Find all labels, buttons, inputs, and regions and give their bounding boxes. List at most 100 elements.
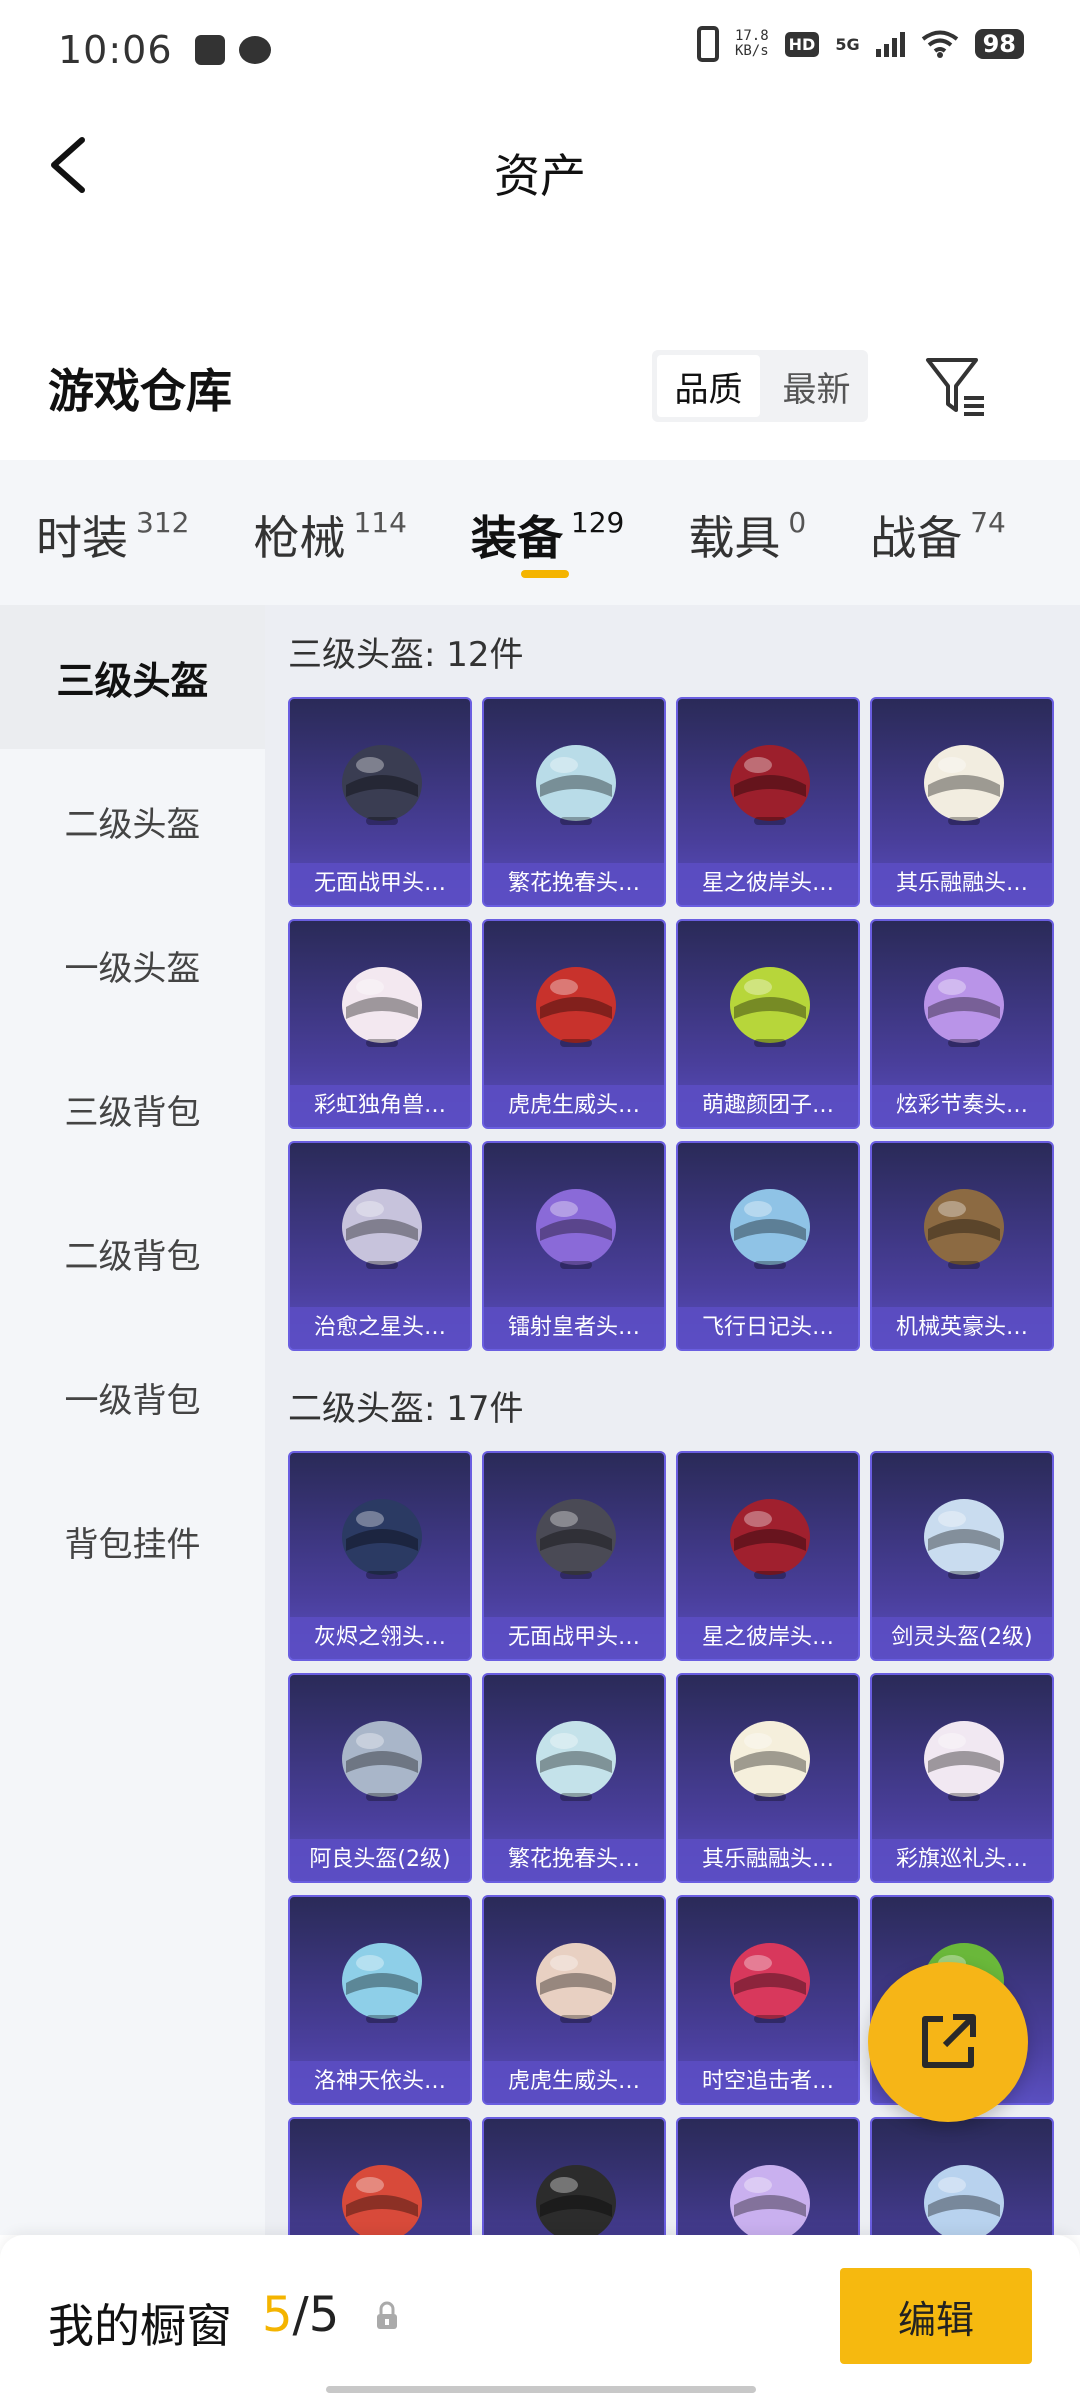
tab-fashion[interactable]: 时装 312	[36, 460, 189, 568]
share-external-icon	[922, 2014, 976, 2068]
item-card[interactable]: 彩虹独角兽…	[288, 919, 472, 1129]
wifi-icon	[921, 30, 958, 58]
item-card[interactable]	[870, 2117, 1054, 2235]
item-card[interactable]: 剑灵头盔(2级)	[870, 1451, 1054, 1661]
helmet-icon	[536, 1499, 616, 1579]
item-card[interactable]: 治愈之星头…	[288, 1141, 472, 1351]
item-name: 无面战甲头…	[290, 863, 470, 905]
lock-icon	[377, 2301, 397, 2329]
hd-badge: HD	[784, 31, 820, 57]
tab-count: 74	[970, 506, 1006, 539]
showcase-count: 5/5	[262, 2287, 339, 2343]
filter-icon[interactable]	[922, 354, 988, 420]
helmet-icon	[342, 967, 422, 1047]
helmet-icon	[342, 1189, 422, 1269]
item-card[interactable]: 时空追击者…	[676, 1895, 860, 2105]
sidebar-item-backpack-charm[interactable]: 背包挂件	[0, 1469, 265, 1613]
helmet-icon	[730, 1189, 810, 1269]
tab-equipment[interactable]: 装备 129	[471, 460, 625, 578]
helmet-icon	[924, 2165, 1004, 2235]
item-name: 彩旗巡礼头…	[872, 1839, 1052, 1881]
item-name: 治愈之星头…	[290, 1307, 470, 1349]
showcase-label: 我的橱窗	[48, 2299, 232, 2353]
tab-count: 129	[570, 506, 625, 539]
item-card[interactable]: 无面战甲头…	[288, 697, 472, 907]
item-card[interactable]: 彩旗巡礼头…	[870, 1673, 1054, 1883]
item-name: 剑灵头盔(2级)	[872, 1617, 1052, 1659]
showcase-bar: 我的橱窗 5/5 编辑	[0, 2235, 1080, 2400]
tab-supplies[interactable]: 战备 74	[870, 460, 1006, 568]
helmet-icon	[730, 1943, 810, 2023]
item-name: 虎虎生威头…	[484, 2061, 664, 2103]
tab-vehicles[interactable]: 载具 0	[688, 460, 806, 568]
item-name: 星之彼岸头…	[678, 1617, 858, 1659]
tab-label: 时装	[36, 511, 128, 565]
helmet-icon	[730, 1721, 810, 1801]
sidebar-item-level3-backpack[interactable]: 三级背包	[0, 1037, 265, 1181]
item-card[interactable]: 机械英豪头…	[870, 1141, 1054, 1351]
item-name: 炫彩节奏头…	[872, 1085, 1052, 1127]
item-card[interactable]: 星之彼岸头…	[676, 1451, 860, 1661]
sidebar-item-level3-helmet[interactable]: 三级头盔	[0, 605, 265, 749]
item-card[interactable]: 萌趣颜团子…	[676, 919, 860, 1129]
item-card[interactable]: 无面战甲头…	[482, 1451, 666, 1661]
status-time: 10:06	[58, 28, 173, 72]
item-card[interactable]: 虎虎生威头…	[482, 1895, 666, 2105]
item-name: 飞行日记头…	[678, 1307, 858, 1349]
item-card[interactable]: 繁花挽春头…	[482, 1673, 666, 1883]
network-speed: 17.8 KB/s	[735, 29, 769, 59]
item-card[interactable]	[288, 2117, 472, 2235]
tab-firearms[interactable]: 枪械 114	[253, 460, 406, 568]
item-name: 萌趣颜团子…	[678, 1085, 858, 1127]
helmet-icon	[730, 1499, 810, 1579]
tab-count: 114	[353, 506, 407, 539]
signal-icon	[875, 31, 905, 57]
helmet-icon	[924, 1721, 1004, 1801]
item-name: 虎虎生威头…	[484, 1085, 664, 1127]
sidebar-item-level2-backpack[interactable]: 二级背包	[0, 1181, 265, 1325]
item-name: 繁花挽春头…	[484, 863, 664, 905]
showcase-total: 5	[308, 2287, 340, 2343]
item-name: 无面战甲头…	[484, 1617, 664, 1659]
home-indicator[interactable]	[326, 2386, 756, 2393]
helmet-icon	[924, 1499, 1004, 1579]
helmet-icon	[730, 967, 810, 1047]
item-card[interactable]	[482, 2117, 666, 2235]
sort-option-latest[interactable]: 最新	[765, 350, 868, 422]
sidebar-item-level1-backpack[interactable]: 一级背包	[0, 1325, 265, 1469]
showcase-separator: /	[292, 2287, 309, 2343]
item-name: 阿良头盔(2级)	[290, 1839, 470, 1881]
tab-count: 0	[788, 506, 807, 539]
edit-button[interactable]: 编辑	[840, 2268, 1032, 2364]
sidebar-item-level2-helmet[interactable]: 二级头盔	[0, 749, 265, 893]
net-speed-unit: KB/s	[734, 43, 769, 59]
item-card[interactable]: 洛神天依头…	[288, 1895, 472, 2105]
item-card[interactable]: 其乐融融头…	[870, 697, 1054, 907]
share-fab[interactable]	[868, 1962, 1028, 2122]
item-name: 洛神天依头…	[290, 2061, 470, 2103]
item-card[interactable]: 虎虎生威头…	[482, 919, 666, 1129]
tab-label: 战备	[870, 511, 963, 565]
item-card[interactable]	[676, 2117, 860, 2235]
helmet-icon	[730, 745, 810, 825]
sort-toggle: 品质 最新	[652, 350, 868, 422]
section-title: 三级头盔: 12件	[288, 635, 524, 675]
subcategory-sidebar: 三级头盔 二级头盔 一级头盔 三级背包 二级背包 一级背包 背包挂件	[0, 605, 265, 2235]
tab-label: 载具	[688, 511, 781, 565]
item-card[interactable]: 繁花挽春头…	[482, 697, 666, 907]
item-card[interactable]: 灰烬之翎头…	[288, 1451, 472, 1661]
helmet-icon	[536, 745, 616, 825]
item-card[interactable]: 飞行日记头…	[676, 1141, 860, 1351]
item-card[interactable]: 其乐融融头…	[676, 1673, 860, 1883]
sort-option-quality[interactable]: 品质	[657, 355, 760, 417]
item-card[interactable]: 星之彼岸头…	[676, 697, 860, 907]
vibrate-icon	[696, 26, 719, 62]
item-card[interactable]: 阿良头盔(2级)	[288, 1673, 472, 1883]
active-tab-indicator	[520, 570, 569, 578]
sidebar-item-level1-helmet[interactable]: 一级头盔	[0, 893, 265, 1037]
item-card[interactable]: 炫彩节奏头…	[870, 919, 1054, 1129]
item-name: 镭射皇者头…	[484, 1307, 664, 1349]
item-grid: 无面战甲头… 繁花挽春头… 星之彼岸头… 其乐融融头… 彩虹独角兽… 虎虎生威头… 萌趣颜团…	[288, 697, 1080, 1351]
helmet-icon	[342, 745, 422, 825]
item-card[interactable]: 镭射皇者头…	[482, 1141, 666, 1351]
